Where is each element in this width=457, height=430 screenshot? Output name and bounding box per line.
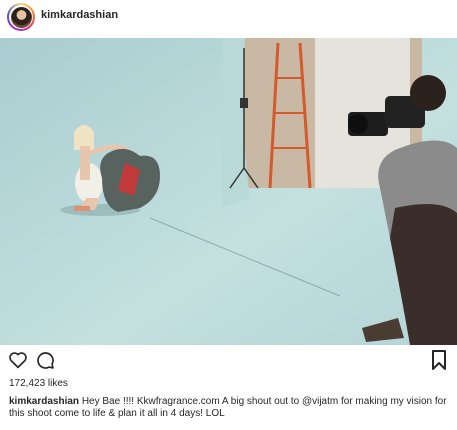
post-username[interactable]: kimkardashian <box>41 9 118 21</box>
avatar-image <box>10 6 32 28</box>
likes-count[interactable]: 172,423 likes <box>9 378 68 389</box>
like-button[interactable] <box>7 349 29 371</box>
post-caption: kimkardashian Hey Bae !!!! Kkwfragrance.… <box>9 396 449 420</box>
comment-button[interactable] <box>34 349 56 371</box>
save-button[interactable] <box>428 349 450 371</box>
heart-icon <box>9 352 27 369</box>
bookmark-icon <box>432 350 446 370</box>
post-actions <box>0 349 457 375</box>
post-image[interactable] <box>0 38 457 345</box>
photo-scene <box>0 38 457 345</box>
caption-username[interactable]: kimkardashian <box>9 396 79 407</box>
avatar[interactable] <box>7 3 35 31</box>
comment-icon <box>37 352 54 369</box>
avatar-border <box>9 5 33 29</box>
post-header: kimkardashian <box>0 0 457 38</box>
